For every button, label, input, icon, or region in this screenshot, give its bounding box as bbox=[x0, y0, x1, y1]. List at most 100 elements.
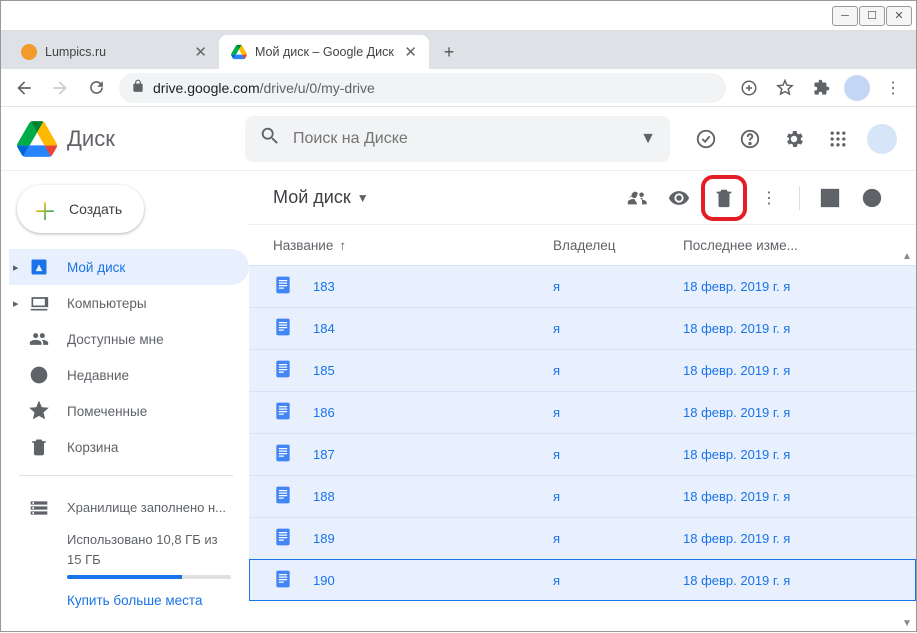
file-name: 183 bbox=[313, 279, 335, 294]
browser-menu-icon[interactable]: ⋮ bbox=[880, 75, 906, 101]
file-modified: 18 февр. 2019 г. я bbox=[683, 573, 892, 588]
column-name[interactable]: Название ↑ bbox=[273, 238, 553, 253]
layout-grid-button[interactable] bbox=[810, 178, 850, 218]
url-text: drive.google.com/drive/u/0/my-drive bbox=[153, 80, 375, 96]
docs-file-icon bbox=[273, 401, 293, 424]
docs-file-icon bbox=[273, 485, 293, 508]
divider bbox=[799, 186, 800, 210]
address-bar[interactable]: drive.google.com/drive/u/0/my-drive bbox=[119, 73, 726, 103]
drive-logo[interactable]: Диск bbox=[17, 121, 237, 157]
storage-title: Хранилище заполнено н... bbox=[67, 499, 226, 517]
sidebar-item-starred[interactable]: Помеченные bbox=[9, 393, 249, 429]
computers-icon bbox=[29, 293, 49, 313]
profile-avatar[interactable] bbox=[844, 75, 870, 101]
sort-arrow-up-icon: ↑ bbox=[339, 238, 346, 253]
main-panel: Мой диск ▼ ⋮ Название ↑ Владелец Последн… bbox=[249, 171, 916, 633]
file-row[interactable]: 184я18 февр. 2019 г. я bbox=[249, 307, 916, 349]
breadcrumb-label: Мой диск bbox=[273, 187, 351, 208]
docs-file-icon bbox=[273, 275, 293, 298]
file-row[interactable]: 186я18 февр. 2019 г. я bbox=[249, 391, 916, 433]
storage-bar bbox=[67, 575, 231, 579]
sidebar-item-label: Недавние bbox=[67, 368, 129, 383]
file-name: 189 bbox=[313, 531, 335, 546]
scrollbar[interactable]: ▲ ▼ bbox=[900, 251, 914, 629]
breadcrumb[interactable]: Мой диск ▼ bbox=[273, 187, 369, 208]
tab-favicon bbox=[21, 44, 37, 60]
sidebar-item-shared[interactable]: Доступные мне bbox=[9, 321, 249, 357]
expand-icon[interactable]: ▸ bbox=[13, 261, 19, 274]
ready-offline-icon[interactable] bbox=[688, 121, 724, 157]
file-row[interactable]: 187я18 февр. 2019 г. я bbox=[249, 433, 916, 475]
trash-icon bbox=[29, 437, 49, 457]
file-owner: я bbox=[553, 573, 683, 588]
file-row[interactable]: 183я18 февр. 2019 г. я bbox=[249, 265, 916, 307]
docs-file-icon bbox=[273, 359, 293, 382]
sidebar-item-my-drive[interactable]: ▸Мой диск bbox=[9, 249, 249, 285]
info-button[interactable] bbox=[852, 178, 892, 218]
window-maximize-button[interactable]: ☐ bbox=[859, 6, 885, 26]
file-name: 185 bbox=[313, 363, 335, 378]
file-row[interactable]: 190я18 февр. 2019 г. я bbox=[249, 559, 916, 601]
browser-tabstrip: Lumpics.ru✕Мой диск – Google Диск✕+ bbox=[1, 31, 916, 69]
file-owner: я bbox=[553, 489, 683, 504]
create-button[interactable]: ＋ Создать bbox=[17, 185, 144, 233]
browser-tab[interactable]: Lumpics.ru ✕ bbox=[9, 35, 219, 69]
file-name: 188 bbox=[313, 489, 335, 504]
browser-toolbar: drive.google.com/drive/u/0/my-drive ⋮ bbox=[1, 69, 916, 107]
more-actions-button[interactable]: ⋮ bbox=[749, 178, 789, 218]
column-owner[interactable]: Владелец bbox=[553, 238, 683, 253]
chevron-down-icon: ▼ bbox=[357, 191, 369, 205]
storage-header[interactable]: Хранилище заполнено н... bbox=[29, 490, 231, 526]
sidebar-item-recent[interactable]: Недавние bbox=[9, 357, 249, 393]
drive-triangle-icon bbox=[17, 121, 57, 157]
app-header: Диск ▼ bbox=[1, 107, 916, 171]
file-owner: я bbox=[553, 279, 683, 294]
shared-icon bbox=[29, 329, 49, 349]
expand-icon[interactable]: ▸ bbox=[13, 297, 19, 310]
extensions-icon[interactable] bbox=[808, 75, 834, 101]
docs-file-icon bbox=[273, 569, 293, 592]
file-owner: я bbox=[553, 405, 683, 420]
my-drive-icon bbox=[29, 257, 49, 277]
preview-button[interactable] bbox=[659, 178, 699, 218]
storage-icon bbox=[29, 498, 49, 518]
sidebar-item-computers[interactable]: ▸ Компьютеры bbox=[9, 285, 249, 321]
file-name: 187 bbox=[313, 447, 335, 462]
search-input[interactable] bbox=[293, 130, 628, 148]
install-app-icon[interactable] bbox=[736, 75, 762, 101]
window-close-button[interactable]: ✕ bbox=[886, 6, 912, 26]
buy-storage-link[interactable]: Купить больше места bbox=[67, 593, 231, 608]
account-avatar[interactable] bbox=[864, 121, 900, 157]
plus-icon: ＋ bbox=[33, 192, 57, 227]
file-owner: я bbox=[553, 363, 683, 378]
share-button[interactable] bbox=[617, 178, 657, 218]
bookmark-star-icon[interactable] bbox=[772, 75, 798, 101]
new-tab-button[interactable]: + bbox=[435, 38, 463, 66]
browser-tab[interactable]: Мой диск – Google Диск✕ bbox=[219, 35, 429, 69]
nav-back-button[interactable] bbox=[11, 75, 37, 101]
file-row[interactable]: 185я18 февр. 2019 г. я bbox=[249, 349, 916, 391]
scroll-down-arrow-icon[interactable]: ▼ bbox=[902, 618, 912, 629]
file-row[interactable]: 189я18 февр. 2019 г. я bbox=[249, 517, 916, 559]
tab-close-icon[interactable]: ✕ bbox=[194, 43, 207, 61]
scroll-up-arrow-icon[interactable]: ▲ bbox=[902, 251, 912, 262]
nav-forward-button[interactable] bbox=[47, 75, 73, 101]
apps-grid-icon[interactable] bbox=[820, 121, 856, 157]
delete-button[interactable] bbox=[701, 175, 747, 221]
sidebar-item-label: Компьютеры bbox=[67, 296, 147, 311]
tab-close-icon[interactable]: ✕ bbox=[404, 43, 417, 61]
file-row[interactable]: 188я18 февр. 2019 г. я bbox=[249, 475, 916, 517]
nav-reload-button[interactable] bbox=[83, 75, 109, 101]
sidebar-item-trash[interactable]: Корзина bbox=[9, 429, 249, 465]
support-icon[interactable] bbox=[732, 121, 768, 157]
column-modified[interactable]: Последнее изме... bbox=[683, 238, 892, 253]
search-box[interactable]: ▼ bbox=[245, 116, 670, 162]
tab-favicon bbox=[231, 44, 247, 60]
create-label: Создать bbox=[69, 201, 122, 217]
window-minimize-button[interactable]: ─ bbox=[832, 6, 858, 26]
settings-gear-icon[interactable] bbox=[776, 121, 812, 157]
tab-title: Lumpics.ru bbox=[45, 45, 106, 59]
lock-icon bbox=[131, 79, 145, 96]
file-list: 183я18 февр. 2019 г. я184я18 февр. 2019 … bbox=[249, 265, 916, 601]
search-options-icon[interactable]: ▼ bbox=[640, 130, 656, 148]
